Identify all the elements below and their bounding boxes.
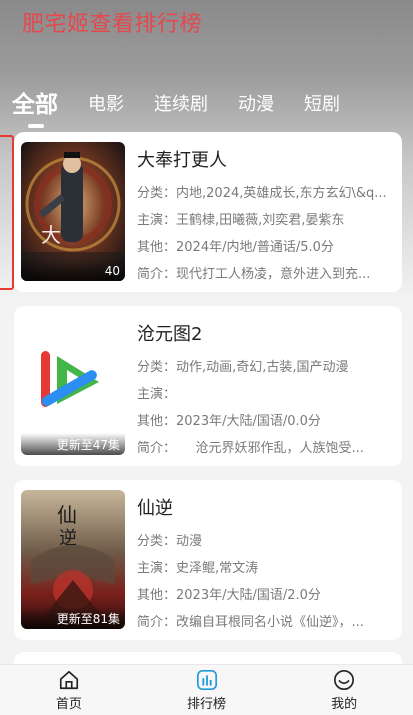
category-row: 分类：内地,2024,英雄成长,东方玄幻\&q... <box>137 180 392 207</box>
card-body: 大奉打更人 分类：内地,2024,英雄成长,东方玄幻\&q... 主演：王鹤棣,… <box>137 146 392 288</box>
item-title: 沧元图2 <box>137 324 203 345</box>
cast-row: 主演：史泽鲲,常文涛 <box>137 555 392 582</box>
tab-short-drama[interactable]: 短剧 <box>304 90 340 120</box>
tab-label: 连续剧 <box>154 94 208 115</box>
category-value: 动作,动画,奇幻,古装,国产动漫 <box>176 360 349 375</box>
tab-label: 短剧 <box>304 94 340 115</box>
tab-anime[interactable]: 动漫 <box>238 90 274 120</box>
svg-text:大: 大 <box>41 223 61 247</box>
svg-text:仙: 仙 <box>57 503 77 527</box>
bottom-nav: 首页 排行榜 我的 <box>0 664 413 715</box>
home-icon <box>59 670 78 690</box>
episode-badge: 更新至47集 <box>21 433 125 455</box>
category-row: 分类：动漫 <box>137 528 392 555</box>
ranking-list: 大 40 大奉打更人 分类：内地,2024,英雄成长,东方玄幻\&q... 主演… <box>14 132 402 654</box>
intro-value: 改编自耳根同名小说《仙逆》，... <box>176 615 364 630</box>
nav-label: 排行榜 <box>187 697 227 712</box>
nav-label: 首页 <box>55 697 82 712</box>
intro-row: 简介：改编自耳根同名小说《仙逆》，... <box>137 609 392 636</box>
tab-series[interactable]: 连续剧 <box>154 90 208 120</box>
tab-label: 动漫 <box>238 94 274 115</box>
intro-value: 沧元界妖邪作乱，人族饱受... <box>169 441 364 456</box>
tab-label: 全部 <box>12 92 58 118</box>
poster-image: 大 40 <box>21 142 125 281</box>
cast-label: 主演： <box>137 561 177 576</box>
poster-image: 仙 逆 更新至81集 <box>21 490 125 629</box>
intro-label: 简介： <box>137 615 177 630</box>
cast-value: 史泽鲲,常文涛 <box>176 561 259 576</box>
category-row: 分类：动作,动画,奇幻,古装,国产动漫 <box>137 354 392 381</box>
other-label: 其他： <box>137 414 177 429</box>
nav-home[interactable]: 首页 <box>0 665 138 715</box>
cast-value: 王鹤棣,田曦薇,刘奕君,晏紫东 <box>176 213 345 228</box>
other-value: 2024年/内地/普通话/5.0分 <box>176 240 334 255</box>
item-title: 仙逆 <box>137 498 173 519</box>
card-body: 仙逆 分类：动漫 主演：史泽鲲,常文涛 其他：2023年/大陆/国语/2.0分 … <box>137 494 392 636</box>
category-label: 分类： <box>137 534 177 549</box>
category-tabs: 全部 电影 连续剧 动漫 短剧 <box>12 80 370 128</box>
active-tab-indicator <box>28 124 44 128</box>
other-value: 2023年/大陆/国语/2.0分 <box>176 588 321 603</box>
nav-mine[interactable]: 我的 <box>275 665 413 715</box>
other-row: 其他：2023年/大陆/国语/0.0分 <box>137 408 392 435</box>
intro-value: 现代打工人杨凌，意外进入到充... <box>176 267 371 282</box>
category-label: 分类： <box>137 360 177 375</box>
episode-badge: 更新至81集 <box>21 607 125 629</box>
cast-row: 主演：王鹤棣,田曦薇,刘奕君,晏紫东 <box>137 207 392 234</box>
poster-image: 更新至47集 <box>21 316 125 455</box>
smile-icon <box>334 670 355 690</box>
side-drawer-handle[interactable] <box>0 135 14 290</box>
intro-label: 简介： <box>137 267 177 282</box>
other-label: 其他： <box>137 240 177 255</box>
category-value: 内地,2024,英雄成长,东方玄幻\&q... <box>176 186 387 201</box>
cast-row: 主演： <box>137 381 392 408</box>
card-body: 沧元图2 分类：动作,动画,奇幻,古装,国产动漫 主演： 其他：2023年/大陆… <box>137 320 392 462</box>
category-label: 分类： <box>137 186 177 201</box>
tab-all[interactable]: 全部 <box>12 90 58 128</box>
other-row: 其他：2023年/大陆/国语/2.0分 <box>137 582 392 609</box>
intro-label: 简介： <box>137 441 170 456</box>
chart-icon <box>196 670 217 690</box>
other-row: 其他：2024年/内地/普通话/5.0分 <box>137 234 392 261</box>
cast-label: 主演： <box>137 387 177 402</box>
app-title: 肥宅姬查看排行榜 <box>22 12 203 37</box>
list-item[interactable]: 仙 逆 更新至81集 仙逆 分类：动漫 主演：史泽鲲,常文涛 其他：2023年/… <box>14 480 402 640</box>
cast-label: 主演： <box>137 213 177 228</box>
tab-movie[interactable]: 电影 <box>88 90 124 120</box>
item-title: 大奉打更人 <box>137 150 227 171</box>
other-label: 其他： <box>137 588 177 603</box>
list-item[interactable]: 更新至47集 沧元图2 分类：动作,动画,奇幻,古装,国产动漫 主演： 其他：2… <box>14 306 402 466</box>
other-value: 2023年/大陆/国语/0.0分 <box>176 414 321 429</box>
intro-row: 简介：现代打工人杨凌，意外进入到充... <box>137 261 392 288</box>
category-value: 动漫 <box>176 534 203 549</box>
nav-label: 我的 <box>331 697 358 712</box>
nav-ranking[interactable]: 排行榜 <box>138 665 276 715</box>
tab-label: 电影 <box>88 94 124 115</box>
list-item[interactable]: 大 40 大奉打更人 分类：内地,2024,英雄成长,东方玄幻\&q... 主演… <box>14 132 402 292</box>
episode-badge: 40 <box>21 259 125 281</box>
intro-row: 简介： 沧元界妖邪作乱，人族饱受... <box>137 435 392 462</box>
